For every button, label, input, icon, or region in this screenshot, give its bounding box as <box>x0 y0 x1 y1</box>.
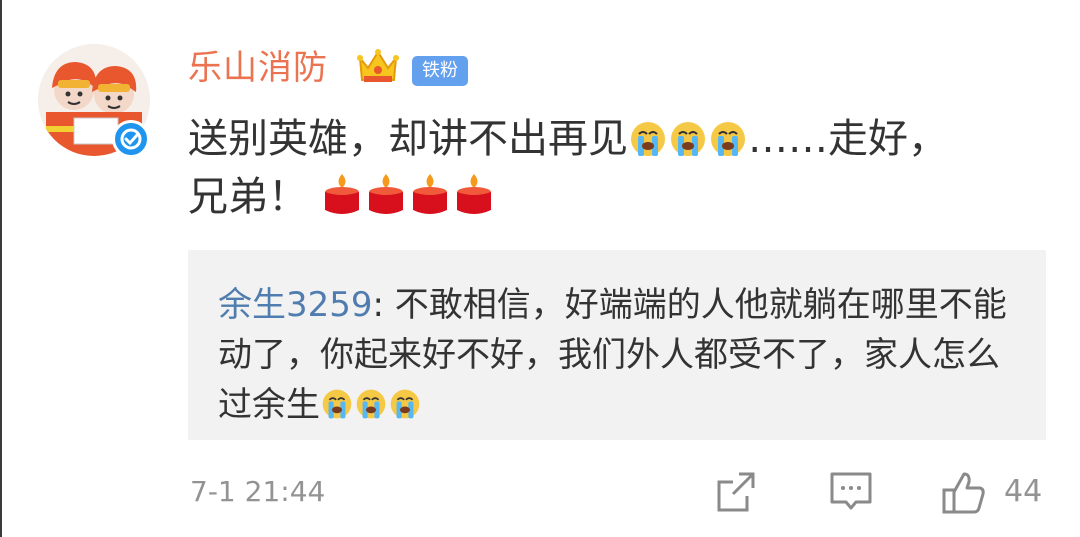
quoted-reply[interactable]: 余生3259: 不敢相信，好端端的人他就躺在哪里不能动了，你起来好不好，我们外人… <box>188 250 1046 440</box>
post-timestamp: 7-1 21:44 <box>190 475 326 508</box>
share-icon <box>717 472 755 512</box>
window-edge <box>0 0 2 537</box>
candle-icon <box>409 172 451 216</box>
post-text-line-1b: ……走好， <box>748 116 948 162</box>
post-text: 送别英雄，却讲不出再见 ……走好， 兄弟！ <box>188 110 1018 226</box>
candle-icon <box>321 172 363 216</box>
share-button[interactable] <box>713 470 759 514</box>
author-name[interactable]: 乐山消防 <box>188 46 328 90</box>
like-count: 44 <box>1004 474 1043 509</box>
reply-separator: : <box>372 285 395 325</box>
cry-face-icon <box>389 384 421 419</box>
verified-icon <box>112 120 150 158</box>
candle-icon <box>365 172 407 216</box>
crown-icon[interactable] <box>356 46 400 88</box>
reply-username[interactable]: 余生3259 <box>218 285 373 325</box>
post-text-line-1: 送别英雄，却讲不出再见 <box>188 116 628 162</box>
candle-icon <box>453 172 495 216</box>
cry-face-icon <box>629 116 667 156</box>
post-text-line-2: 兄弟！ <box>188 174 308 220</box>
comment-icon <box>830 472 872 510</box>
cry-face-icon <box>709 116 747 156</box>
cry-face-icon <box>355 384 387 419</box>
comment-button[interactable] <box>828 470 874 514</box>
cry-face-icon <box>669 116 707 156</box>
fan-badge: 铁粉 <box>412 56 468 86</box>
cry-face-icon <box>321 384 353 419</box>
quoted-reply-text: 余生3259: 不敢相信，好端端的人他就躺在哪里不能动了，你起来好不好，我们外人… <box>218 280 1018 430</box>
like-button[interactable] <box>940 470 988 516</box>
thumbs-up-icon <box>942 472 985 514</box>
